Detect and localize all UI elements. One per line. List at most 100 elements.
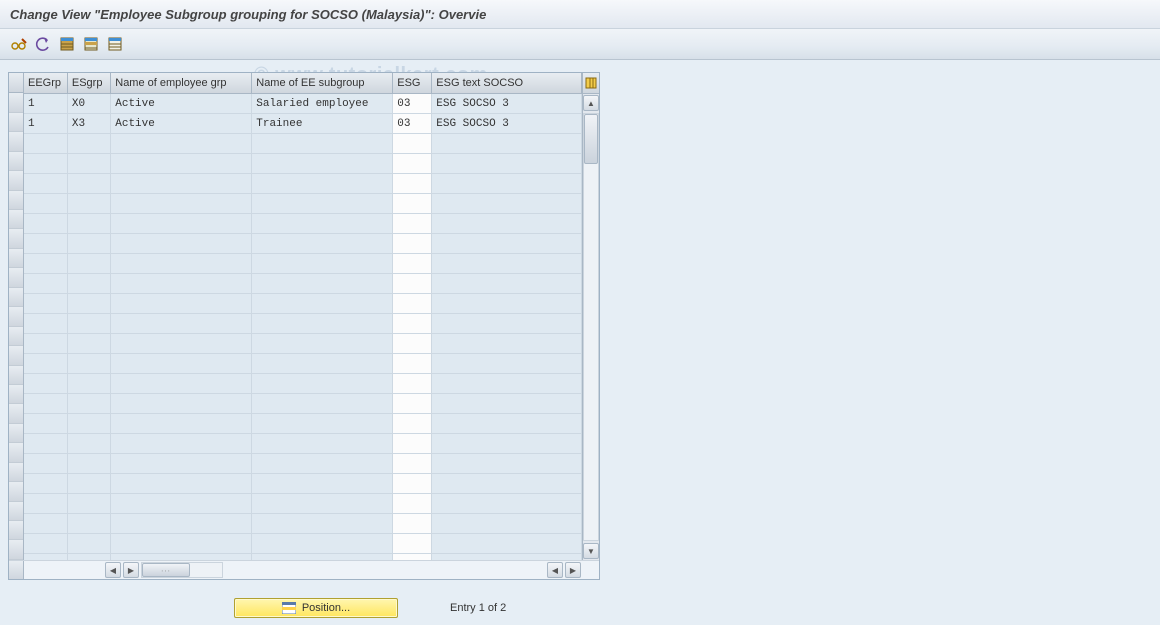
cell-esg[interactable] bbox=[393, 314, 432, 334]
row-selector[interactable] bbox=[9, 463, 23, 482]
select-block-button[interactable] bbox=[82, 35, 100, 53]
cell-esg[interactable] bbox=[393, 414, 432, 434]
cell-eegrp bbox=[24, 414, 67, 434]
cell-esg[interactable] bbox=[393, 274, 432, 294]
cell-esg[interactable] bbox=[393, 154, 432, 174]
column-header-name_grp[interactable]: Name of employee grp bbox=[111, 73, 252, 94]
row-selector[interactable] bbox=[9, 152, 23, 171]
hscroll-left-step-button[interactable]: ▶ bbox=[123, 562, 139, 578]
deselect-all-button[interactable] bbox=[106, 35, 124, 53]
app-toolbar bbox=[0, 29, 1160, 60]
row-selector[interactable] bbox=[9, 443, 23, 462]
row-selector[interactable] bbox=[9, 404, 23, 423]
cell-eegrp bbox=[24, 514, 67, 534]
cell-eegrp bbox=[24, 234, 67, 254]
row-selector[interactable] bbox=[9, 113, 23, 132]
horizontal-scrollbar: ◀ ▶ ∙∙∙ ◀ ▶ bbox=[9, 560, 599, 579]
cell-esg[interactable] bbox=[393, 334, 432, 354]
cell-esg_text bbox=[432, 234, 582, 254]
position-button[interactable]: Position... bbox=[234, 598, 398, 618]
cell-name_grp bbox=[111, 234, 252, 254]
cell-name_grp bbox=[111, 454, 252, 474]
undo-button[interactable] bbox=[34, 35, 52, 53]
cell-esg[interactable] bbox=[393, 514, 432, 534]
cell-name_grp bbox=[111, 274, 252, 294]
vscroll-thumb[interactable] bbox=[584, 114, 598, 164]
column-header-eegrp[interactable]: EEGrp bbox=[24, 73, 67, 94]
cell-esg[interactable] bbox=[393, 214, 432, 234]
hscroll-track[interactable]: ∙∙∙ bbox=[141, 562, 223, 578]
cell-esg[interactable] bbox=[393, 174, 432, 194]
cell-esg[interactable] bbox=[393, 134, 432, 154]
cell-name_sub bbox=[252, 214, 393, 234]
cell-esgrp bbox=[67, 454, 110, 474]
row-selector[interactable] bbox=[9, 385, 23, 404]
row-selector[interactable] bbox=[9, 307, 23, 326]
select-all-button[interactable] bbox=[58, 35, 76, 53]
row-selector[interactable] bbox=[9, 132, 23, 151]
row-selector[interactable] bbox=[9, 502, 23, 521]
table-row bbox=[24, 214, 582, 234]
hscroll-right-step-button[interactable]: ◀ bbox=[547, 562, 563, 578]
configure-columns-button[interactable] bbox=[583, 73, 599, 94]
cell-esg[interactable]: 03 bbox=[393, 114, 432, 134]
cell-esgrp bbox=[67, 194, 110, 214]
cell-esg[interactable] bbox=[393, 194, 432, 214]
row-selector[interactable] bbox=[9, 93, 23, 112]
vertical-scrollbar[interactable]: ▲ ▼ bbox=[582, 73, 599, 560]
row-selector[interactable] bbox=[9, 424, 23, 443]
row-selector[interactable] bbox=[9, 521, 23, 540]
row-selector-header[interactable] bbox=[9, 73, 23, 93]
cell-esg_text bbox=[432, 494, 582, 514]
row-selector[interactable] bbox=[9, 191, 23, 210]
cell-esg[interactable] bbox=[393, 554, 432, 561]
cell-esg_text: ESG SOCSO 3 bbox=[432, 94, 582, 114]
row-selector[interactable] bbox=[9, 249, 23, 268]
cell-esg[interactable] bbox=[393, 234, 432, 254]
cell-esg[interactable] bbox=[393, 374, 432, 394]
column-header-esg_text[interactable]: ESG text SOCSO bbox=[432, 73, 582, 94]
cell-esgrp: X3 bbox=[67, 114, 110, 134]
row-selector[interactable] bbox=[9, 540, 23, 559]
scroll-down-button[interactable]: ▼ bbox=[583, 543, 599, 559]
column-header-esg[interactable]: ESG bbox=[393, 73, 432, 94]
row-selector[interactable] bbox=[9, 229, 23, 248]
hscroll-right-button[interactable]: ▶ bbox=[565, 562, 581, 578]
cell-name_grp bbox=[111, 294, 252, 314]
cell-esg[interactable] bbox=[393, 294, 432, 314]
cell-esg[interactable] bbox=[393, 254, 432, 274]
row-selector[interactable] bbox=[9, 210, 23, 229]
cell-esg[interactable] bbox=[393, 454, 432, 474]
cell-esg_text bbox=[432, 214, 582, 234]
row-selector[interactable] bbox=[9, 268, 23, 287]
cell-esg_text bbox=[432, 554, 582, 561]
cell-esgrp: X0 bbox=[67, 94, 110, 114]
scroll-up-button[interactable]: ▲ bbox=[583, 95, 599, 111]
toggle-change-mode-button[interactable] bbox=[10, 35, 28, 53]
column-header-name_sub[interactable]: Name of EE subgroup bbox=[252, 73, 393, 94]
hscroll-left-button[interactable]: ◀ bbox=[105, 562, 121, 578]
cell-esg[interactable] bbox=[393, 354, 432, 374]
table-row bbox=[24, 154, 582, 174]
row-selector[interactable] bbox=[9, 327, 23, 346]
cell-esg[interactable] bbox=[393, 534, 432, 554]
cell-esg[interactable] bbox=[393, 394, 432, 414]
column-header-esgrp[interactable]: ESgrp bbox=[67, 73, 110, 94]
vscroll-track[interactable] bbox=[583, 113, 599, 541]
cell-esg[interactable]: 03 bbox=[393, 94, 432, 114]
row-selector[interactable] bbox=[9, 482, 23, 501]
cell-esg[interactable] bbox=[393, 434, 432, 454]
cell-esg[interactable] bbox=[393, 494, 432, 514]
position-icon bbox=[282, 602, 296, 614]
data-wrap: EEGrpESgrpName of employee grpName of EE… bbox=[24, 73, 582, 560]
row-selector[interactable] bbox=[9, 171, 23, 190]
cell-esg[interactable] bbox=[393, 474, 432, 494]
cell-name_sub bbox=[252, 334, 393, 354]
row-selector[interactable] bbox=[9, 366, 23, 385]
cell-name_sub bbox=[252, 294, 393, 314]
hscroll-thumb[interactable]: ∙∙∙ bbox=[142, 563, 190, 577]
cell-eegrp bbox=[24, 254, 67, 274]
cell-name_grp: Active bbox=[111, 94, 252, 114]
row-selector[interactable] bbox=[9, 346, 23, 365]
row-selector[interactable] bbox=[9, 288, 23, 307]
